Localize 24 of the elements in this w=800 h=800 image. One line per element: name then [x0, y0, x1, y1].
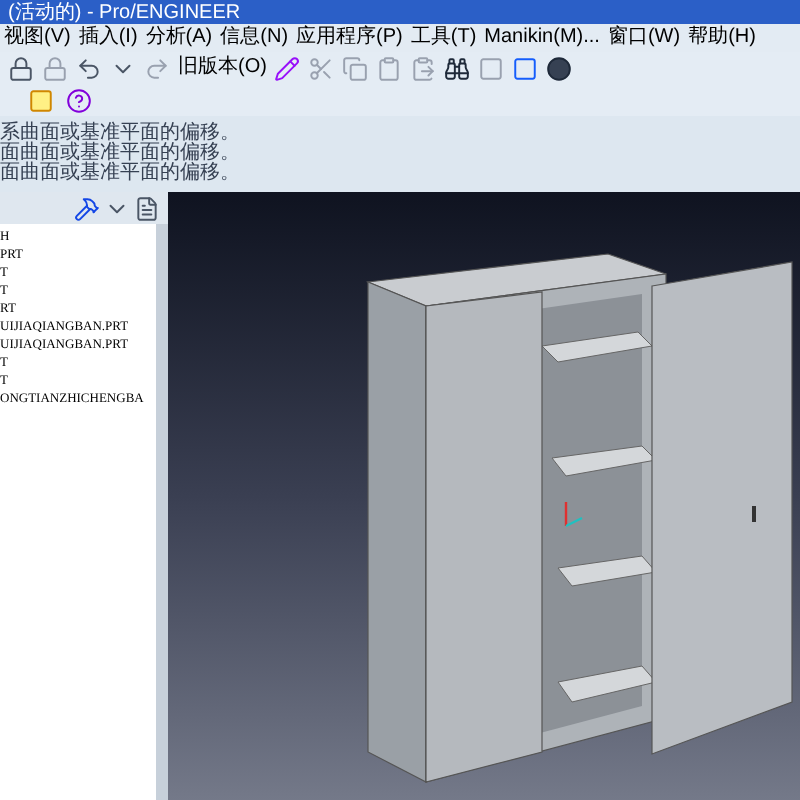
hammer-icon[interactable]: [74, 195, 100, 221]
menu-item[interactable]: 窗口(W): [603, 26, 685, 50]
menu-item[interactable]: 应用程序(P): [292, 26, 407, 50]
menu-item[interactable]: 视图(V): [0, 26, 75, 50]
document-icon[interactable]: [134, 195, 160, 221]
message-text: 面曲面或基准平面的偏移。: [0, 144, 242, 164]
message-text: 系曲面或基准平面的偏移。: [0, 124, 242, 144]
menu-item[interactable]: 工具(T): [406, 26, 481, 50]
message-text: 面曲面或基准平面的偏移。: [0, 164, 242, 184]
old-version-button[interactable]: 旧版本(O): [178, 56, 267, 80]
menu-item[interactable]: 信息(N): [216, 26, 293, 50]
sphere-icon[interactable]: [546, 55, 573, 81]
lock-icon[interactable]: [8, 55, 34, 81]
view-icon[interactable]: [512, 55, 539, 81]
menu-item[interactable]: 帮助(H): [684, 26, 760, 50]
search-icon[interactable]: [444, 55, 471, 81]
window-title: (活动的) - Pro/ENGINEER: [8, 1, 241, 23]
undo-icon[interactable]: [76, 55, 102, 81]
menu-item[interactable]: 插入(I): [74, 26, 142, 50]
pencil-icon[interactable]: [274, 55, 301, 81]
menu-item[interactable]: 分析(A): [141, 26, 217, 50]
help-icon[interactable]: [66, 87, 92, 113]
menu-item[interactable]: Manikin(M)...: [480, 26, 604, 50]
scrollbar[interactable]: [156, 224, 168, 800]
